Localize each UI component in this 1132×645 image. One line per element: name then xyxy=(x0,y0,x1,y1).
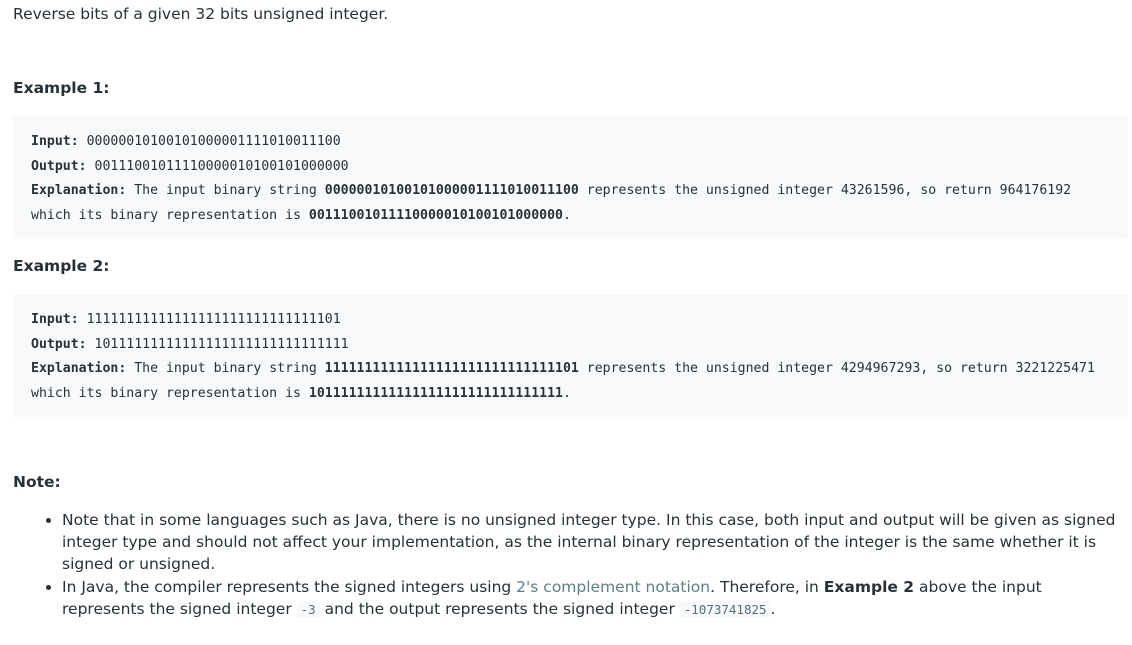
note-list: Note that in some languages such as Java… xyxy=(13,509,1128,622)
example-2-input-line: Input: 11111111111111111111111111111101 xyxy=(31,308,1110,333)
twos-complement-link[interactable]: 2's complement notation xyxy=(516,578,710,596)
explanation-label: Explanation: xyxy=(31,183,127,198)
input-value: 00000010100101000001111010011100 xyxy=(78,134,341,149)
note-heading: Note: xyxy=(13,473,61,491)
input-value: 11111111111111111111111111111101 xyxy=(78,312,341,327)
explanation-text: The input binary string xyxy=(126,183,325,198)
output-label: Output: xyxy=(31,336,87,352)
explanation-text: . xyxy=(562,207,571,223)
note-item-2: In Java, the compiler represents the sig… xyxy=(62,576,1128,621)
example-2-explanation: Explanation: The input binary string 111… xyxy=(31,357,1110,406)
example-2-block: Input: 11111111111111111111111111111101 … xyxy=(13,294,1128,417)
note-item-2-text: . xyxy=(770,600,776,618)
explanation-text: . xyxy=(562,385,571,401)
example-1-heading: Example 1: xyxy=(13,79,110,97)
explanation-binary-input: 11111111111111111111111111111101 xyxy=(324,361,579,376)
explanation-label: Explanation: xyxy=(31,361,127,376)
example-2-reference: Example 2 xyxy=(823,578,915,596)
note-item-1-text: Note that in some languages such as Java… xyxy=(62,511,1116,573)
explanation-text: The input binary string xyxy=(126,361,325,376)
intro-text: Reverse bits of a given 32 bits unsigned… xyxy=(13,5,389,23)
explanation-binary-input: 00000010100101000001111010011100 xyxy=(324,183,579,198)
output-value: 10111111111111111111111111111111 xyxy=(86,336,349,352)
explanation-binary-output: 00111001011110000010100101000000 xyxy=(308,207,563,223)
input-label: Input: xyxy=(31,134,79,149)
note-item-1: Note that in some languages such as Java… xyxy=(62,509,1128,575)
example-1-output-line: Output: 00111001011110000010100101000000 xyxy=(31,155,1110,180)
note-item-2-text: and the output represents the signed int… xyxy=(319,600,680,618)
input-label: Input: xyxy=(31,312,79,327)
signed-input-code: -3 xyxy=(296,601,320,618)
example-2-heading: Example 2: xyxy=(13,257,110,275)
signed-output-code: -1073741825 xyxy=(679,601,771,618)
example-2-output-line: Output: 10111111111111111111111111111111 xyxy=(31,333,1110,358)
explanation-binary-output: 10111111111111111111111111111111 xyxy=(308,385,563,401)
note-item-2-text: . Therefore, in xyxy=(710,578,824,596)
output-label: Output: xyxy=(31,158,87,174)
output-value: 00111001011110000010100101000000 xyxy=(86,158,349,174)
example-1-block: Input: 00000010100101000001111010011100 … xyxy=(13,116,1128,239)
example-1-explanation: Explanation: The input binary string 000… xyxy=(31,179,1110,228)
note-item-2-text: In Java, the compiler represents the sig… xyxy=(62,578,517,596)
example-1-input-line: Input: 00000010100101000001111010011100 xyxy=(31,130,1110,155)
